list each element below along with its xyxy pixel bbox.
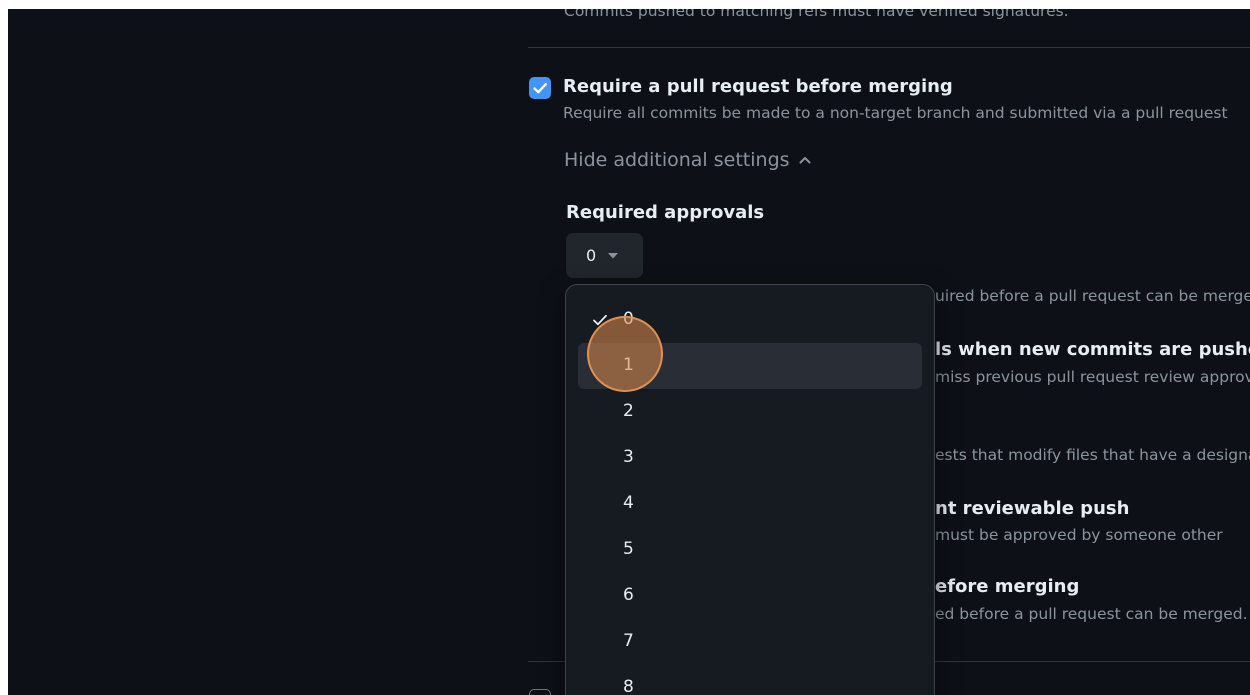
menu-option-4[interactable]: 4: [578, 481, 922, 527]
last-push-title: nt reviewable push: [935, 498, 1130, 519]
code-owner-description: ests that modify files that have a desig…: [935, 446, 1250, 464]
menu-option-3[interactable]: 3: [578, 435, 922, 481]
pull-request-checkbox[interactable]: [529, 77, 551, 99]
chevron-up-icon: [799, 157, 811, 164]
menu-option-label: 7: [623, 631, 634, 651]
last-push-description: must be approved by someone other: [935, 526, 1223, 544]
pull-request-description: Require all commits be made to a non-tar…: [563, 104, 1228, 122]
menu-option-label: 0: [623, 309, 634, 329]
menu-option-label: 1: [623, 355, 634, 375]
hide-additional-settings-button[interactable]: Hide additional settings: [564, 149, 812, 171]
menu-option-1[interactable]: 1: [578, 343, 922, 389]
menu-option-label: 3: [623, 447, 634, 467]
menu-option-7[interactable]: 7: [578, 619, 922, 665]
approvals-help-text: uired before a pull request can be merge…: [935, 287, 1250, 305]
dismiss-stale-title: ls when new commits are pushed: [935, 339, 1250, 360]
divider-top: [528, 47, 1250, 48]
dismiss-stale-description: miss previous pull request review approv…: [935, 368, 1250, 386]
required-approvals-value: 0: [586, 246, 597, 265]
required-approvals-label: Required approvals: [566, 202, 765, 223]
menu-option-5[interactable]: 5: [578, 527, 922, 573]
next-rule-checkbox[interactable]: [529, 689, 551, 695]
menu-option-label: 6: [623, 585, 634, 605]
check-icon: [593, 314, 607, 326]
signed-commits-description: Commits pushed to matching refs must hav…: [564, 9, 1069, 20]
menu-option-0[interactable]: 0: [578, 297, 922, 343]
menu-option-2[interactable]: 2: [578, 389, 922, 435]
pull-request-title: Require a pull request before merging: [563, 76, 953, 97]
required-approvals-menu: 0 1 2 3 4 5 6 7 8: [565, 284, 935, 695]
check-icon: [533, 83, 547, 94]
menu-option-label: 4: [623, 493, 634, 513]
conversation-description: ed before a pull request can be merged.: [935, 605, 1248, 623]
menu-option-6[interactable]: 6: [578, 573, 922, 619]
menu-option-label: 5: [623, 539, 634, 559]
app-viewport: Commits pushed to matching refs must hav…: [8, 9, 1250, 695]
hide-settings-label: Hide additional settings: [564, 149, 790, 171]
required-approvals-select[interactable]: 0: [566, 233, 643, 278]
triangle-down-icon: [608, 252, 619, 258]
menu-option-label: 8: [623, 677, 634, 695]
conversation-title: efore merging: [935, 576, 1080, 597]
menu-option-label: 2: [623, 401, 634, 421]
menu-option-8[interactable]: 8: [578, 665, 922, 695]
